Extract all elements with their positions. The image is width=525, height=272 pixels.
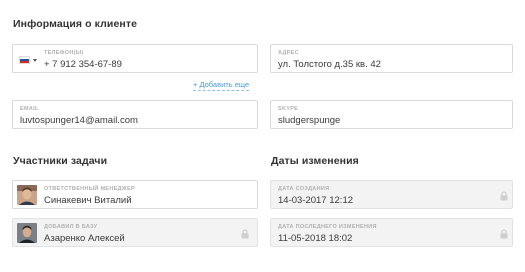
address-value[interactable]: ул. Толстого д.35 кв. 42 (278, 59, 381, 70)
manager-field[interactable]: ОТВЕТСТВЕННЫЙ МЕНЕДЖЕР Синакевич Виталий (12, 180, 258, 209)
modified-date-label: ДАТА ПОСЛЕДНЕГО ИЗМЕНЕНИЯ (278, 224, 377, 230)
lock-icon (500, 191, 508, 201)
address-field[interactable]: АДРЕС ул. Толстого д.35 кв. 42 (270, 44, 513, 73)
modified-date-value: 11-05-2018 18:02 (278, 233, 353, 244)
chevron-down-icon[interactable] (33, 59, 37, 62)
ru-flag-icon[interactable] (19, 56, 30, 64)
phone-value[interactable]: + 7 912 354-67-89 (44, 59, 122, 70)
phone-field[interactable]: ТЕЛЕФОН(Ы) + 7 912 354-67-89 (12, 44, 258, 73)
modified-date-field: ДАТА ПОСЛЕДНЕГО ИЗМЕНЕНИЯ 11-05-2018 18:… (270, 218, 513, 247)
added-by-label: ДОБАВИЛ В БАЗУ (44, 224, 98, 230)
added-by-value: Азаренко Алексей (44, 233, 125, 244)
dates-title: Даты изменения (271, 155, 359, 167)
avatar (17, 185, 37, 205)
created-date-field: ДАТА СОЗДАНИЯ 14-03-2017 12:12 (270, 180, 513, 209)
phone-label: ТЕЛЕФОН(Ы) (44, 50, 84, 56)
email-value[interactable]: luvtospunger14@amail.com (20, 115, 138, 126)
add-phone-link[interactable]: + Добавить еще (193, 80, 250, 91)
skype-value[interactable]: sludgerspunge (278, 115, 340, 126)
avatar (17, 223, 37, 243)
address-label: АДРЕС (278, 50, 299, 56)
participants-title: Участники задачи (13, 155, 108, 167)
manager-label: ОТВЕТСТВЕННЫЙ МЕНЕДЖЕР (44, 186, 135, 192)
client-info-title: Информация о клиенте (13, 18, 138, 30)
lock-icon (500, 229, 508, 239)
email-field[interactable]: EMAIL luvtospunger14@amail.com (12, 100, 258, 129)
added-by-field: ДОБАВИЛ В БАЗУ Азаренко Алексей (12, 218, 258, 247)
skype-field[interactable]: SKYPE sludgerspunge (270, 100, 513, 129)
email-label: EMAIL (20, 106, 39, 112)
skype-label: SKYPE (278, 106, 299, 112)
lock-icon (241, 229, 249, 239)
manager-value[interactable]: Синакевич Виталий (44, 195, 132, 206)
created-date-value: 14-03-2017 12:12 (278, 195, 354, 206)
created-date-label: ДАТА СОЗДАНИЯ (278, 186, 330, 192)
